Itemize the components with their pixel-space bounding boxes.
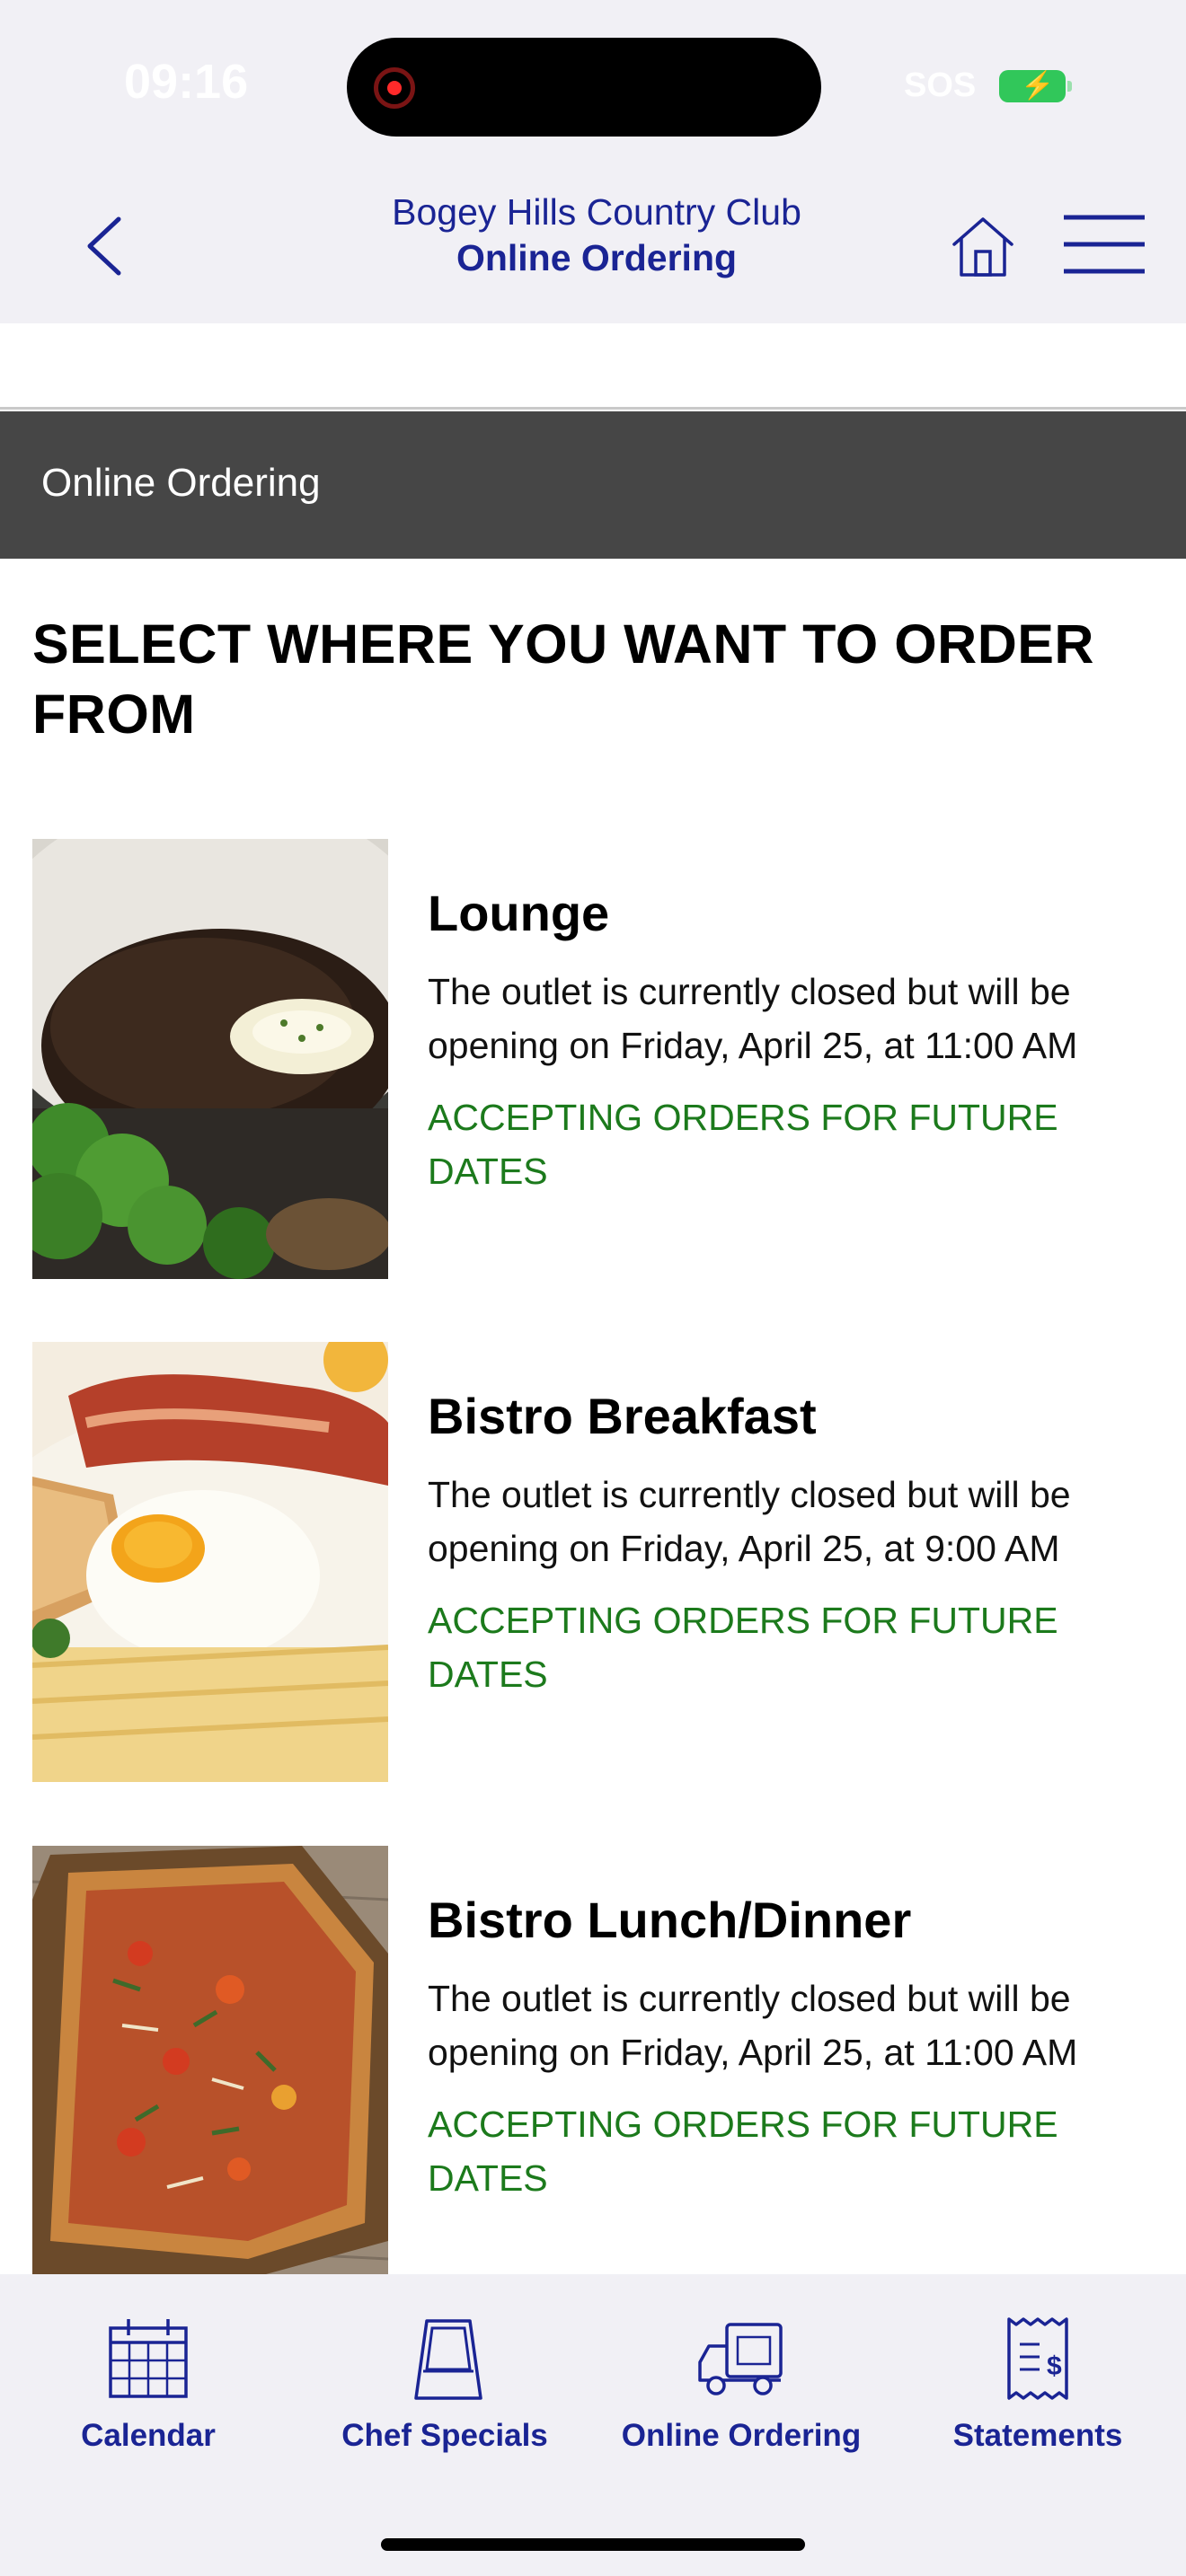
outlet-accepting-note: ACCEPTING ORDERS FOR FUTURE DATES [428,1097,1058,1192]
tab-label: Online Ordering [621,2418,862,2453]
outlet-image-breakfast[interactable] [32,1342,388,1782]
outlet-name[interactable]: Bistro Lunch/Dinner [428,1889,1154,1952]
app-header: Bogey Hills Country Club Online Ordering [0,171,1186,323]
menu-button[interactable] [1062,210,1146,278]
outlet-accepting-note: ACCEPTING ORDERS FOR FUTURE DATES [428,1600,1058,1695]
section-bar: Online Ordering [0,411,1186,559]
outlet-status: The outlet is currently closed but will … [428,1474,1071,1569]
svg-text:$: $ [1047,2351,1062,2381]
home-indicator[interactable] [381,2538,805,2551]
tab-label: Statements [952,2418,1123,2453]
dynamic-island [347,38,821,137]
tab-label: Chef Specials [341,2418,548,2453]
club-name: Bogey Hills Country Club [392,191,801,233]
outlet-info: Bistro Breakfast The outlet is currently… [428,1385,1154,1701]
outlet-info: Bistro Lunch/Dinner The outlet is curren… [428,1889,1154,2205]
calendar-icon [109,2319,188,2398]
delivery-truck-icon [698,2323,783,2395]
status-time: 09:16 [124,55,249,109]
header-title: Bogey Hills Country Club Online Ordering [296,189,897,280]
header-subtitle: Online Ordering [456,237,738,278]
home-icon [952,217,1013,277]
tab-chef-specials[interactable]: Chef Specials [296,2316,593,2453]
sign-board-icon [414,2319,482,2400]
bottom-tab-bar: Calendar Chef Specials Online Ordering $… [0,2274,1186,2576]
status-carrier: SOS [904,66,977,104]
home-button[interactable] [951,214,1015,278]
outlet-image-pizza[interactable] [32,1846,388,2274]
recording-indicator-icon [374,67,415,109]
section-title: Online Ordering [41,461,321,505]
header-spacer [0,323,1186,410]
outlet-lounge[interactable]: Lounge The outlet is currently closed bu… [32,839,1154,1279]
outlet-bistro-lunch-dinner[interactable]: Bistro Lunch/Dinner The outlet is curren… [32,1846,1154,2274]
outlet-name[interactable]: Lounge [428,882,1154,945]
tab-online-ordering[interactable]: Online Ordering [593,2316,890,2453]
tab-calendar[interactable]: Calendar [0,2316,296,2453]
chevron-left-icon [87,216,121,276]
outlet-status: The outlet is currently closed but will … [428,971,1078,1066]
outlet-bistro-breakfast[interactable]: Bistro Breakfast The outlet is currently… [32,1342,1154,1782]
page-heading: SELECT WHERE YOU WANT TO ORDER FROM [32,613,1094,745]
tab-label: Calendar [81,2418,216,2453]
status-bar: 09:16 SOS ⚡ [0,0,1186,171]
battery-icon: ⚡ [999,70,1072,102]
outlet-image-steak[interactable] [32,839,388,1279]
back-button[interactable] [79,210,133,282]
hamburger-menu-icon [1064,215,1145,274]
tab-statements[interactable]: $ Statements [890,2316,1186,2453]
outlet-accepting-note: ACCEPTING ORDERS FOR FUTURE DATES [428,2104,1058,2199]
outlet-info: Lounge The outlet is currently closed bu… [428,882,1154,1198]
outlet-name[interactable]: Bistro Breakfast [428,1385,1154,1448]
outlet-status: The outlet is currently closed but will … [428,1978,1078,2073]
receipt-icon: $ [1007,2317,1068,2400]
